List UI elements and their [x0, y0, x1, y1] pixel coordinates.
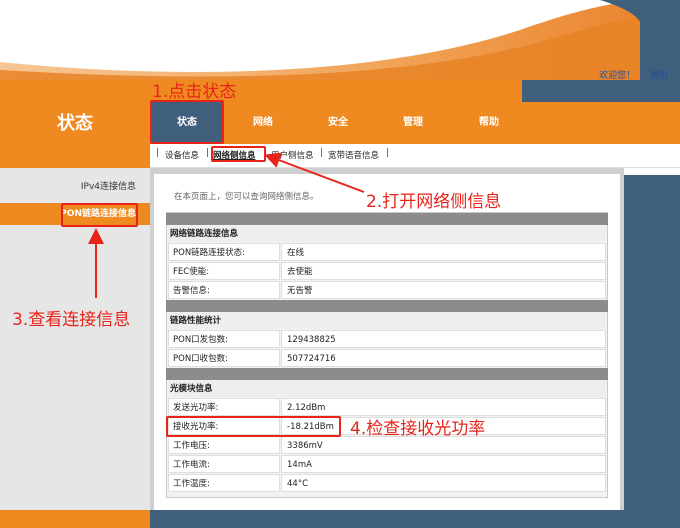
annotation-step2: 2.打开网络侧信息	[366, 192, 502, 212]
annotation-arrows	[88, 152, 365, 298]
annotation-step1: 1.点击状态	[152, 82, 237, 102]
annotation-step4: 4.检查接收光功率	[350, 419, 486, 439]
annotation-step3: 3.查看连接信息	[12, 310, 131, 330]
